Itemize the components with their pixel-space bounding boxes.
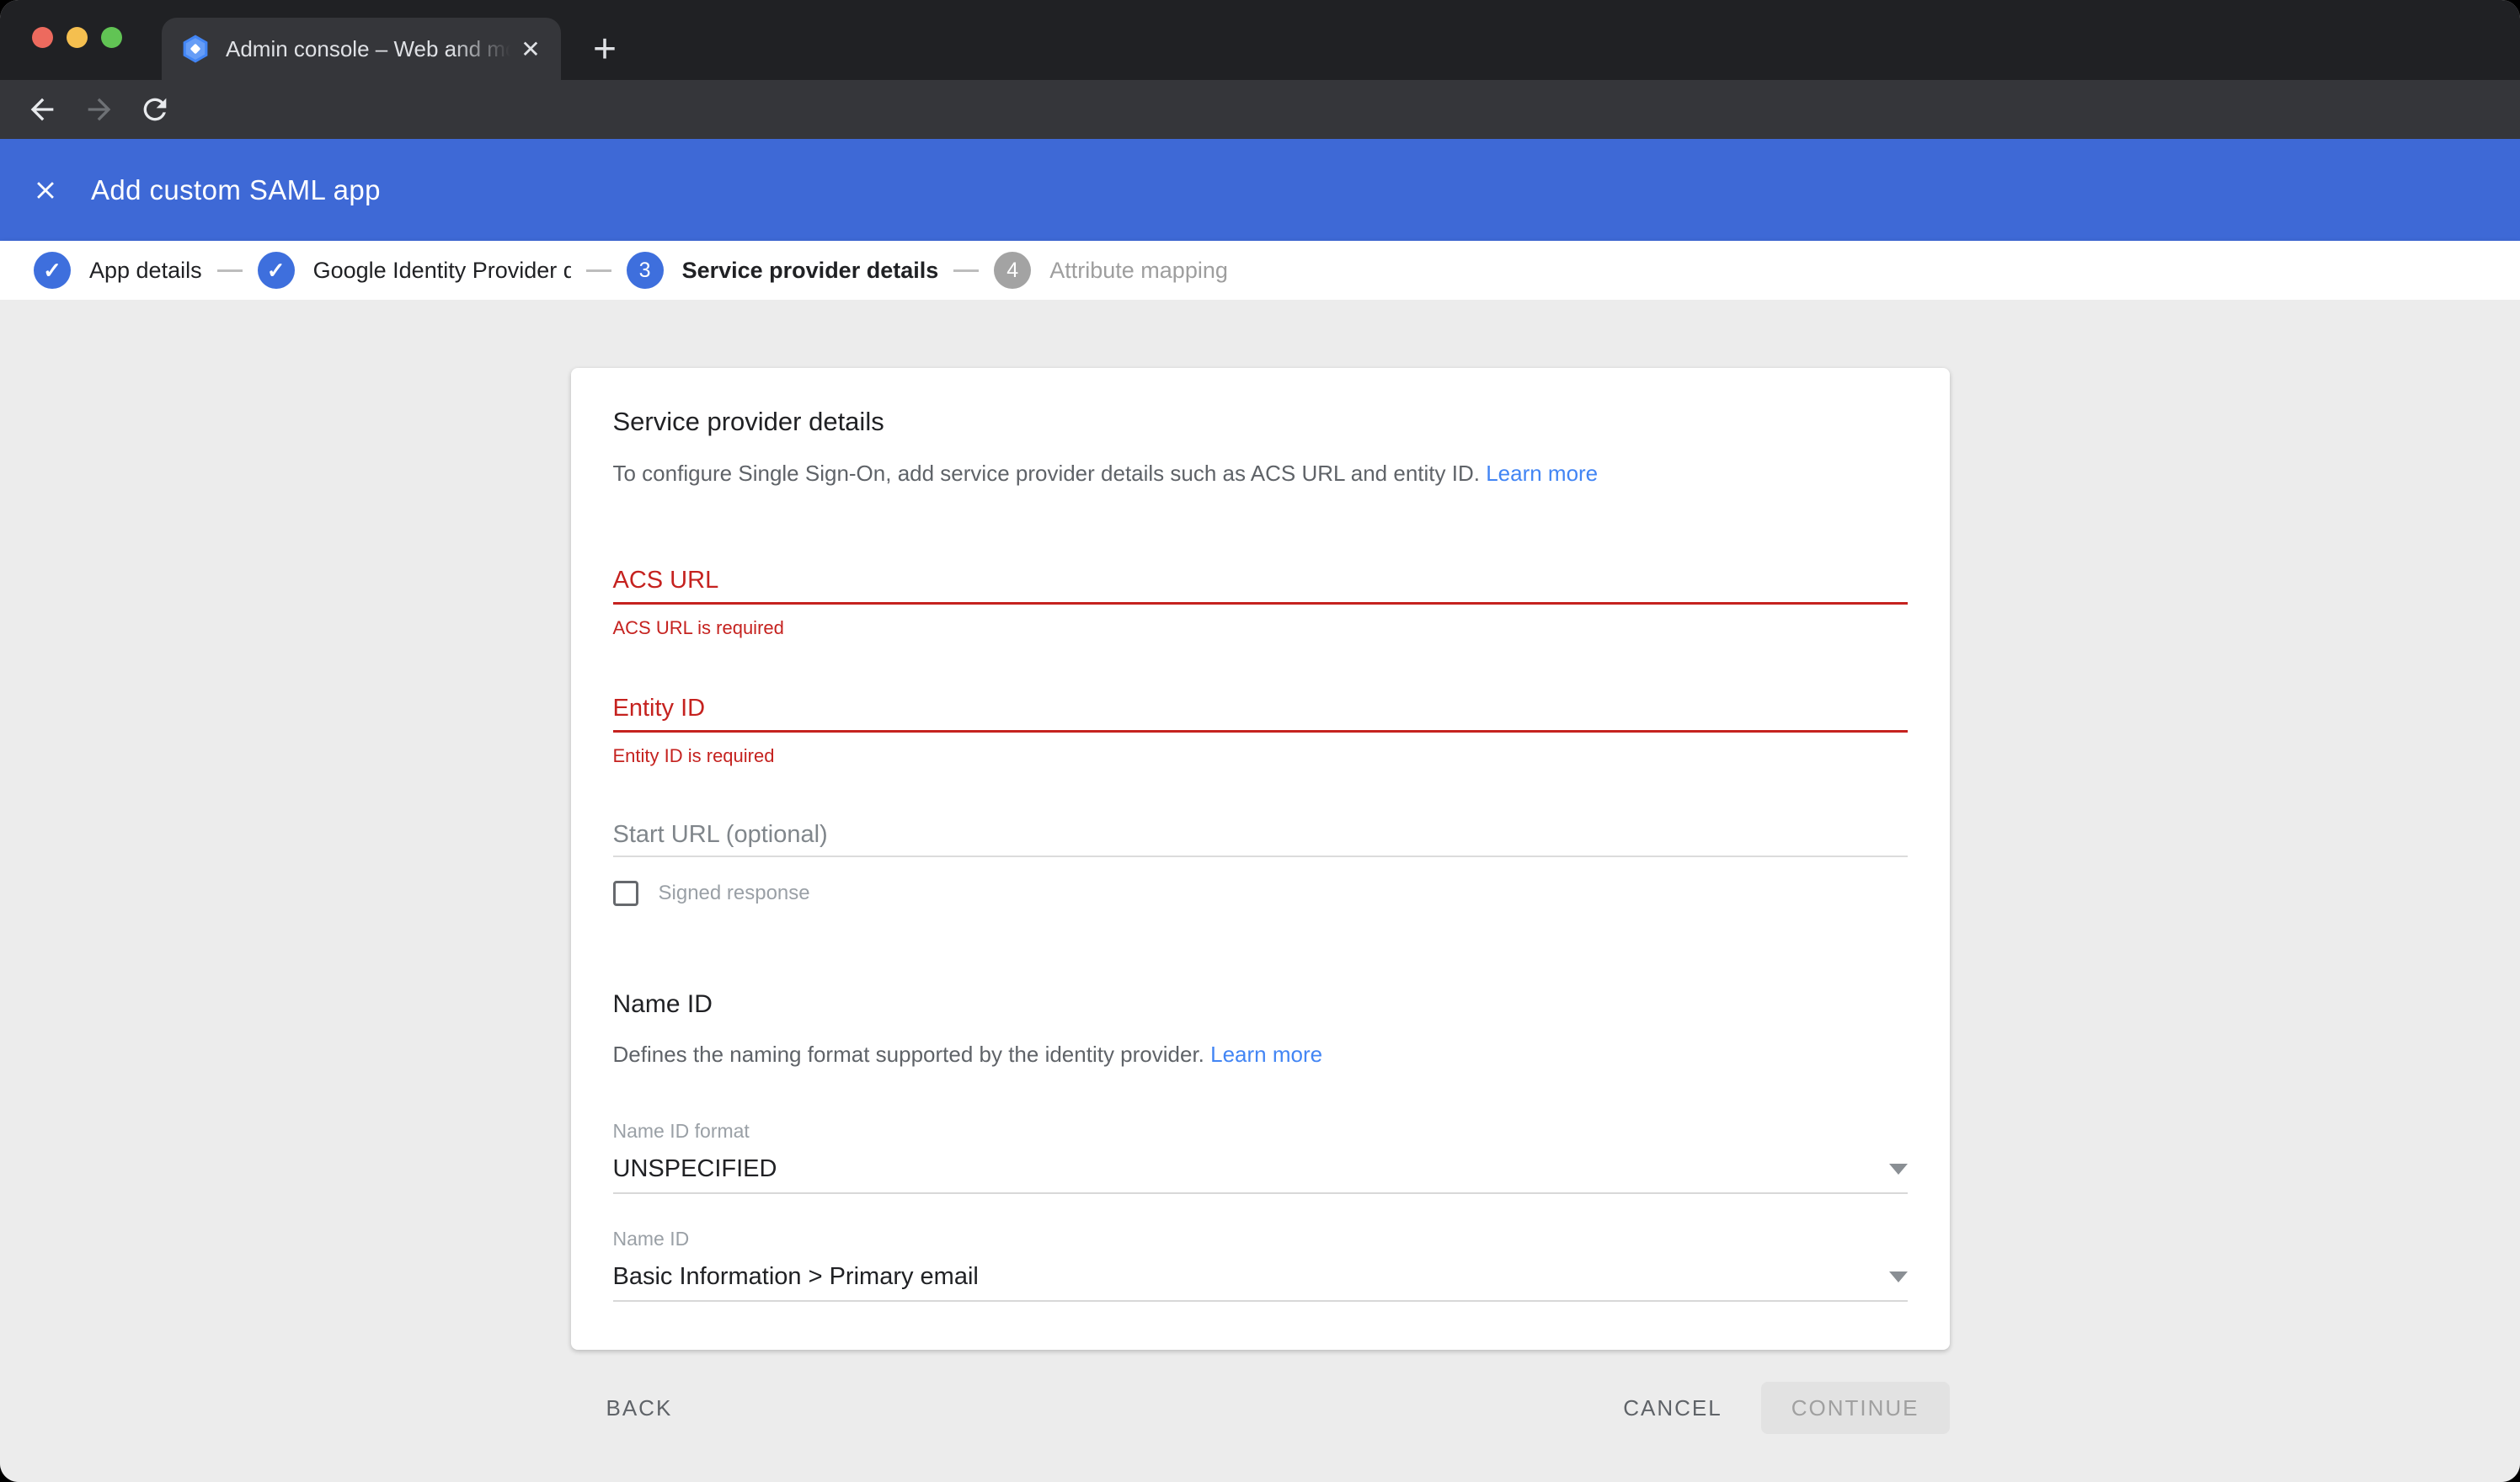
zoom-window-button[interactable] xyxy=(101,27,122,48)
step-number-badge: 4 xyxy=(994,252,1031,289)
tab-strip: Admin console – Web and mob ✕ + xyxy=(0,0,2520,80)
tab-close-icon[interactable]: ✕ xyxy=(515,34,546,64)
acs-url-input-underline[interactable] xyxy=(613,602,1908,605)
close-icon xyxy=(31,176,60,205)
step-complete-icon: ✓ xyxy=(258,252,295,289)
name-id-section-title: Name ID xyxy=(613,990,1908,1019)
card-description: To configure Single Sign-On, add service… xyxy=(613,461,1908,487)
acs-url-label: ACS URL xyxy=(613,567,1908,594)
name-id-label: Name ID xyxy=(613,1228,1908,1250)
wizard-footer: BACK CANCEL CONTINUE xyxy=(571,1382,1950,1434)
start-url-field[interactable]: Start URL (optional) xyxy=(613,821,1908,857)
new-tab-button[interactable]: + xyxy=(581,25,628,72)
name-id-value: Basic Information > Primary email xyxy=(613,1263,979,1291)
back-button[interactable] xyxy=(24,91,61,128)
browser-window: Admin console – Web and mob ✕ + admin.go… xyxy=(0,0,2520,1482)
admin-console-favicon-icon xyxy=(180,34,211,64)
step-connector xyxy=(217,269,243,272)
wizard-stepper: ✓ App details ✓ Google Identity Provider… xyxy=(0,241,2520,300)
acs-url-error: ACS URL is required xyxy=(613,617,1908,639)
name-id-section-description: Defines the naming format supported by t… xyxy=(613,1042,1908,1068)
learn-more-link[interactable]: Learn more xyxy=(1210,1042,1322,1067)
signed-response-checkbox[interactable] xyxy=(613,881,638,906)
browser-toolbar: admin.google.com/ac/apps/unified xyxy=(0,80,2520,139)
dialog-title: Add custom SAML app xyxy=(91,174,381,206)
chevron-down-icon[interactable] xyxy=(1889,1164,1908,1175)
dialog-header: Add custom SAML app xyxy=(0,139,2520,241)
reload-icon xyxy=(138,93,172,126)
entity-id-input-underline[interactable] xyxy=(613,730,1908,733)
continue-button[interactable]: CONTINUE xyxy=(1761,1382,1950,1434)
forward-arrow-icon xyxy=(83,93,116,126)
step-number-badge: 3 xyxy=(627,252,664,289)
tab-title: Admin console – Web and mob xyxy=(226,34,510,64)
name-id-dropdown[interactable]: Name ID Basic Information > Primary emai… xyxy=(613,1228,1908,1302)
card-title: Service provider details xyxy=(613,407,1908,437)
cancel-button[interactable]: CANCEL xyxy=(1623,1395,1722,1421)
browser-tab[interactable]: Admin console – Web and mob ✕ xyxy=(162,18,561,80)
entity-id-field[interactable]: Entity ID Entity ID is required xyxy=(613,695,1908,767)
chevron-down-icon[interactable] xyxy=(1889,1271,1908,1282)
acs-url-field[interactable]: ACS URL ACS URL is required xyxy=(613,567,1908,639)
step-connector xyxy=(586,269,611,272)
back-arrow-icon xyxy=(25,93,59,126)
step-attribute-mapping[interactable]: 4 Attribute mapping xyxy=(994,252,1228,289)
forward-button[interactable] xyxy=(81,91,118,128)
learn-more-link[interactable]: Learn more xyxy=(1486,461,1598,486)
service-provider-card: Service provider details To configure Si… xyxy=(571,368,1950,1350)
start-url-input-underline[interactable] xyxy=(613,856,1908,857)
step-complete-icon: ✓ xyxy=(34,252,71,289)
back-step-button[interactable]: BACK xyxy=(606,1395,673,1421)
signed-response-row: Signed response xyxy=(613,881,1908,906)
step-connector xyxy=(953,269,979,272)
name-id-format-label: Name ID format xyxy=(613,1120,1908,1143)
name-id-format-underline xyxy=(613,1192,1908,1194)
name-id-format-dropdown[interactable]: Name ID format UNSPECIFIED xyxy=(613,1120,1908,1194)
close-window-button[interactable] xyxy=(32,27,53,48)
name-id-format-value: UNSPECIFIED xyxy=(613,1155,777,1183)
dialog-close-button[interactable] xyxy=(27,172,64,209)
traffic-lights xyxy=(32,27,122,48)
minimize-window-button[interactable] xyxy=(67,27,88,48)
step-google-idp-details[interactable]: ✓ Google Identity Provider details xyxy=(258,252,571,289)
signed-response-label: Signed response xyxy=(659,882,810,905)
name-id-underline xyxy=(613,1300,1908,1302)
step-app-details[interactable]: ✓ App details xyxy=(34,252,202,289)
step-service-provider-details[interactable]: 3 Service provider details xyxy=(627,252,939,289)
entity-id-error: Entity ID is required xyxy=(613,745,1908,767)
entity-id-label: Entity ID xyxy=(613,695,1908,722)
page-body: Service provider details To configure Si… xyxy=(0,300,2520,1482)
reload-button[interactable] xyxy=(136,91,174,128)
start-url-placeholder: Start URL (optional) xyxy=(613,821,1908,849)
